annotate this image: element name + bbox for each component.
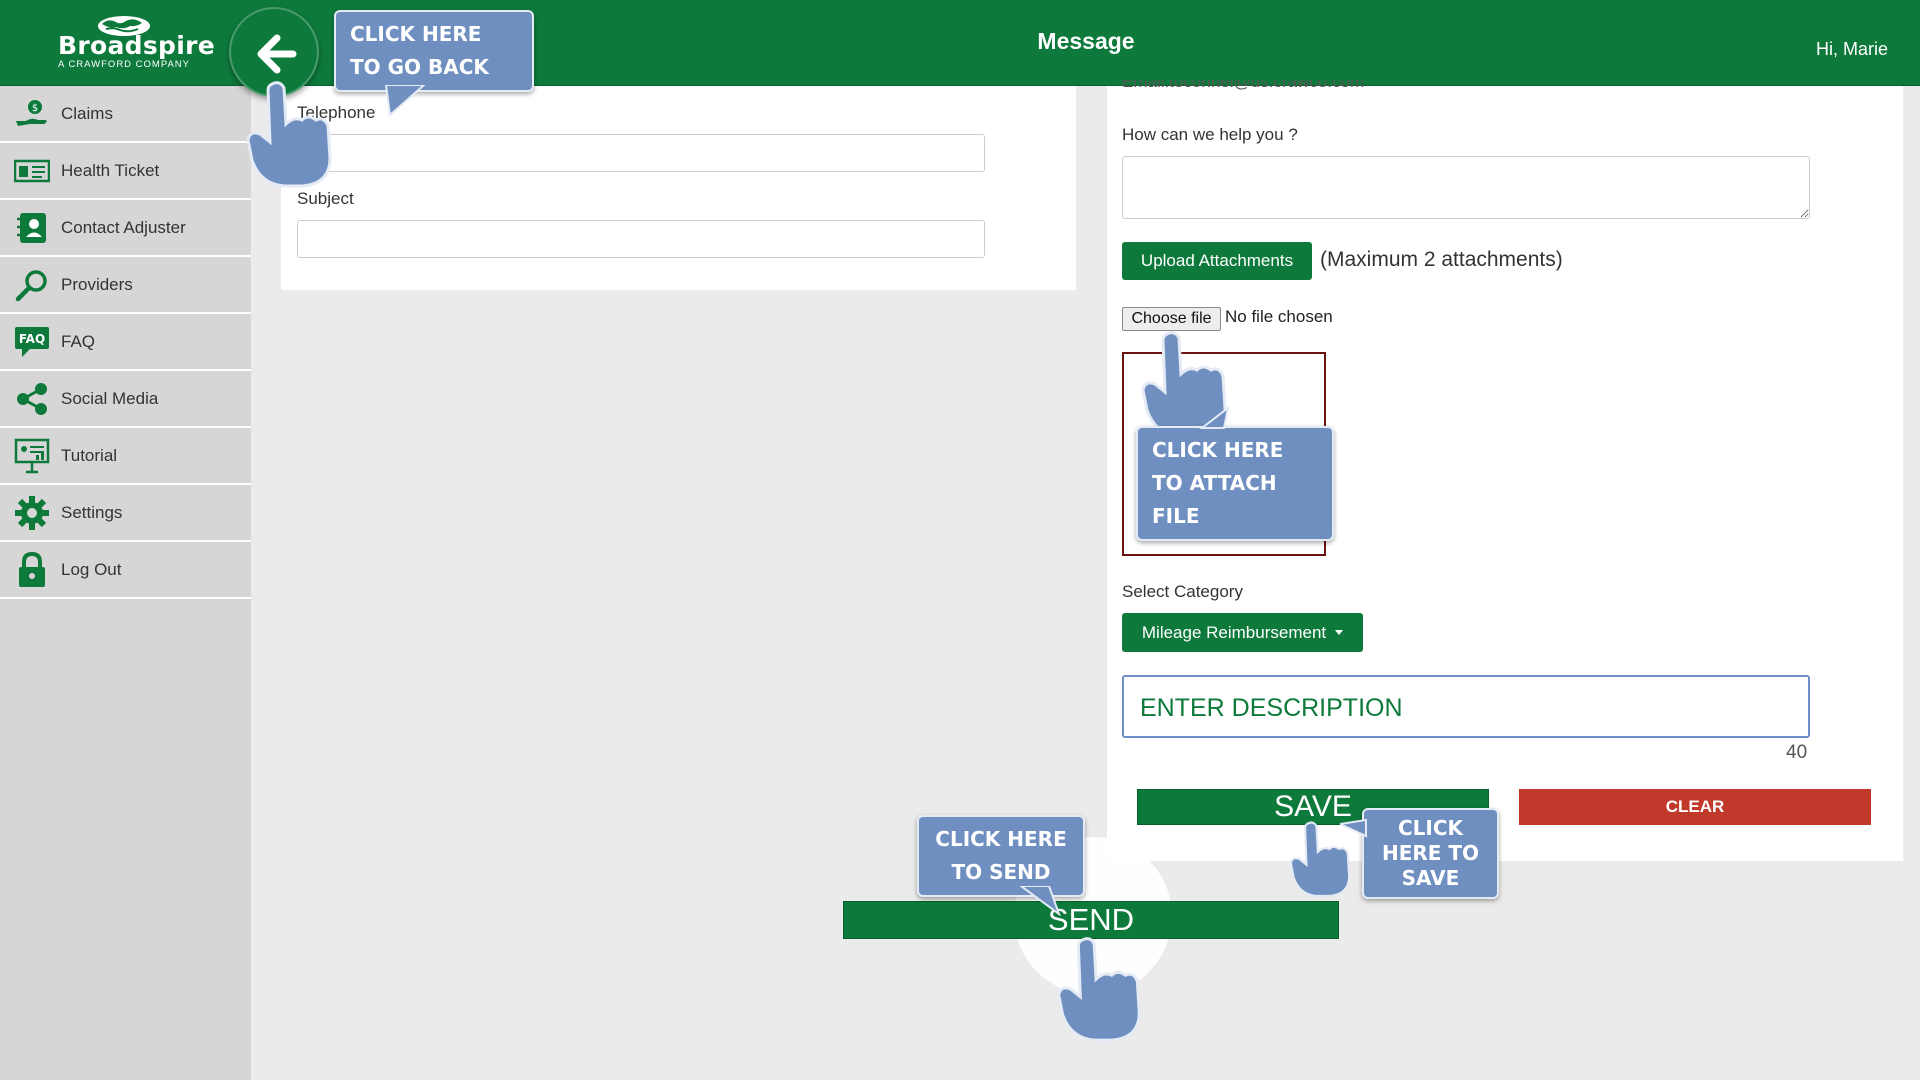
max-attachments-note: (Maximum 2 attachments) xyxy=(1320,248,1563,271)
subject-label: Subject xyxy=(297,189,354,208)
subject-input[interactable] xyxy=(297,220,985,258)
telephone-input[interactable] xyxy=(297,134,985,172)
faq-bubble-icon: FAQ xyxy=(14,324,50,360)
sidebar-nav: $ Claims Health Ticket Contact Adjuster … xyxy=(0,86,251,1080)
sidebar-item-label: Log Out xyxy=(61,559,122,579)
sidebar-item-label: FAQ xyxy=(61,331,96,351)
sidebar-item-label: Health Ticket xyxy=(61,160,160,180)
callout-text: CLICK HERE TO SEND xyxy=(935,827,1067,884)
screen: Broadspire A CRAWFORD COMPANY Message Hi… xyxy=(0,0,1920,1080)
category-dropdown[interactable]: Mileage Reimbursement xyxy=(1122,613,1363,652)
help-label: How can we help you ? xyxy=(1122,125,1298,144)
sidebar-item-log-out[interactable]: Log Out xyxy=(0,542,251,599)
sidebar-item-label: Settings xyxy=(61,502,123,522)
caret-down-icon xyxy=(1335,630,1344,635)
choose-file-button[interactable]: Choose file xyxy=(1122,307,1221,331)
contact-book-icon xyxy=(14,210,50,246)
callout-send: CLICK HERE TO SEND xyxy=(917,815,1085,916)
file-status-text: No file chosen xyxy=(1225,307,1333,326)
sidebar-item-claims[interactable]: $ Claims xyxy=(0,86,251,143)
clear-button[interactable]: CLEAR xyxy=(1519,789,1871,825)
category-selected: Mileage Reimbursement xyxy=(1141,622,1327,642)
pointing-hand-icon xyxy=(246,81,332,188)
hand-money-icon: $ xyxy=(14,96,50,132)
sidebar-item-faq[interactable]: FAQ FAQ xyxy=(0,314,251,371)
sidebar-item-label: Tutorial xyxy=(61,445,118,465)
help-textarea[interactable] xyxy=(1122,156,1810,219)
sidebar-item-label: Claims xyxy=(61,103,113,123)
sidebar-item-social-media[interactable]: Social Media xyxy=(0,371,251,428)
send-button[interactable]: SEND xyxy=(843,901,1339,939)
sidebar-item-tutorial[interactable]: Tutorial xyxy=(0,428,251,485)
sidebar-item-health-ticket[interactable]: Health Ticket xyxy=(0,143,251,200)
callout-save: CLICK HERE TO SAVE xyxy=(1340,808,1499,899)
upload-attachments-button[interactable]: Upload Attachments xyxy=(1122,242,1312,280)
category-label: Select Category xyxy=(1122,582,1243,601)
gear-icon xyxy=(14,495,50,531)
callout-text: CLICK HERE TO ATTACH FILE xyxy=(1152,438,1284,528)
sidebar-item-settings[interactable]: Settings xyxy=(0,485,251,542)
sidebar-item-contact-adjuster[interactable]: Contact Adjuster xyxy=(0,200,251,257)
arrow-left-icon xyxy=(257,34,297,74)
health-ticket-icon xyxy=(14,153,50,189)
sidebar-item-label: Contact Adjuster xyxy=(61,217,186,237)
pointing-hand-icon xyxy=(1057,937,1141,1042)
user-greeting: Hi, Marie xyxy=(1815,39,1888,59)
padlock-icon xyxy=(14,551,50,588)
svg-text:$: $ xyxy=(32,103,38,114)
character-counter: 40 xyxy=(1786,742,1808,763)
callout-go-back: CLICK HERE TO GO BACK xyxy=(334,10,534,117)
description-input[interactable]: ENTER DESCRIPTION xyxy=(1122,675,1810,738)
presentation-board-icon xyxy=(14,438,50,474)
sidebar-item-label: Providers xyxy=(61,274,133,294)
sidebar-item-providers[interactable]: Providers xyxy=(0,257,251,314)
callout-text: CLICK HERE TO GO BACK xyxy=(350,22,489,79)
share-icon xyxy=(14,381,50,417)
callout-attach-file: CLICK HERE TO ATTACH FILE xyxy=(1136,406,1334,541)
sidebar-item-label: Social Media xyxy=(61,388,159,408)
callout-text: CLICK HERE TO SAVE xyxy=(1381,816,1480,890)
magnifier-icon xyxy=(14,267,50,303)
logo-tagline: A CRAWFORD COMPANY xyxy=(58,59,191,70)
svg-text:FAQ: FAQ xyxy=(19,332,45,346)
